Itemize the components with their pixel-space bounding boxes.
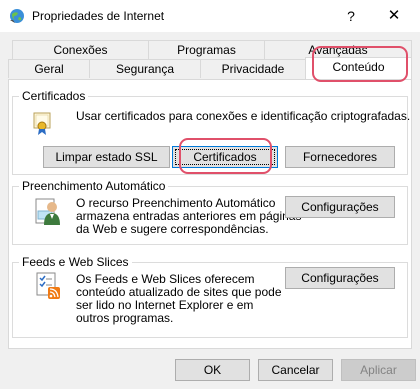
apply-button: Aplicar bbox=[341, 359, 416, 381]
tab-seguranca[interactable]: Segurança bbox=[89, 59, 201, 78]
feeds-icon bbox=[36, 272, 60, 299]
publishers-button[interactable]: Fornecedores bbox=[285, 146, 395, 168]
tab-conexoes[interactable]: Conexões bbox=[12, 40, 149, 59]
autocomplete-description-line-3: da Web e sugere correspondências. bbox=[76, 222, 269, 236]
autocomplete-settings-button[interactable]: Configurações bbox=[285, 196, 395, 218]
autocomplete-icon bbox=[35, 198, 60, 225]
window-title: Propriedades de Internet bbox=[32, 9, 165, 23]
autocomplete-group-title: Preenchimento Automático bbox=[19, 179, 169, 193]
certificates-group-title: Certificados bbox=[19, 89, 89, 103]
tab-geral[interactable]: Geral bbox=[8, 59, 90, 78]
close-button[interactable]: ✕ bbox=[378, 4, 410, 28]
clear-ssl-state-button[interactable]: Limpar estado SSL bbox=[43, 146, 170, 168]
certificates-description: Usar certificados para conexões e identi… bbox=[76, 109, 411, 123]
tab-programas[interactable]: Programas bbox=[148, 40, 265, 59]
cancel-button[interactable]: Cancelar bbox=[258, 359, 333, 381]
feeds-description-line-4: outros programas. bbox=[76, 311, 174, 325]
tab-conteudo[interactable]: Conteúdo bbox=[305, 57, 412, 79]
certificates-button[interactable]: Certificados bbox=[172, 146, 278, 168]
feeds-settings-button[interactable]: Configurações bbox=[285, 267, 395, 289]
feeds-group-title: Feeds e Web Slices bbox=[19, 255, 132, 269]
certificate-icon bbox=[33, 112, 51, 135]
internet-options-icon bbox=[10, 9, 24, 23]
tab-privacidade[interactable]: Privacidade bbox=[200, 59, 306, 78]
title-bar: Propriedades de Internet ? ✕ bbox=[0, 0, 420, 32]
ok-button[interactable]: OK bbox=[175, 359, 250, 381]
help-button[interactable]: ? bbox=[337, 4, 365, 28]
